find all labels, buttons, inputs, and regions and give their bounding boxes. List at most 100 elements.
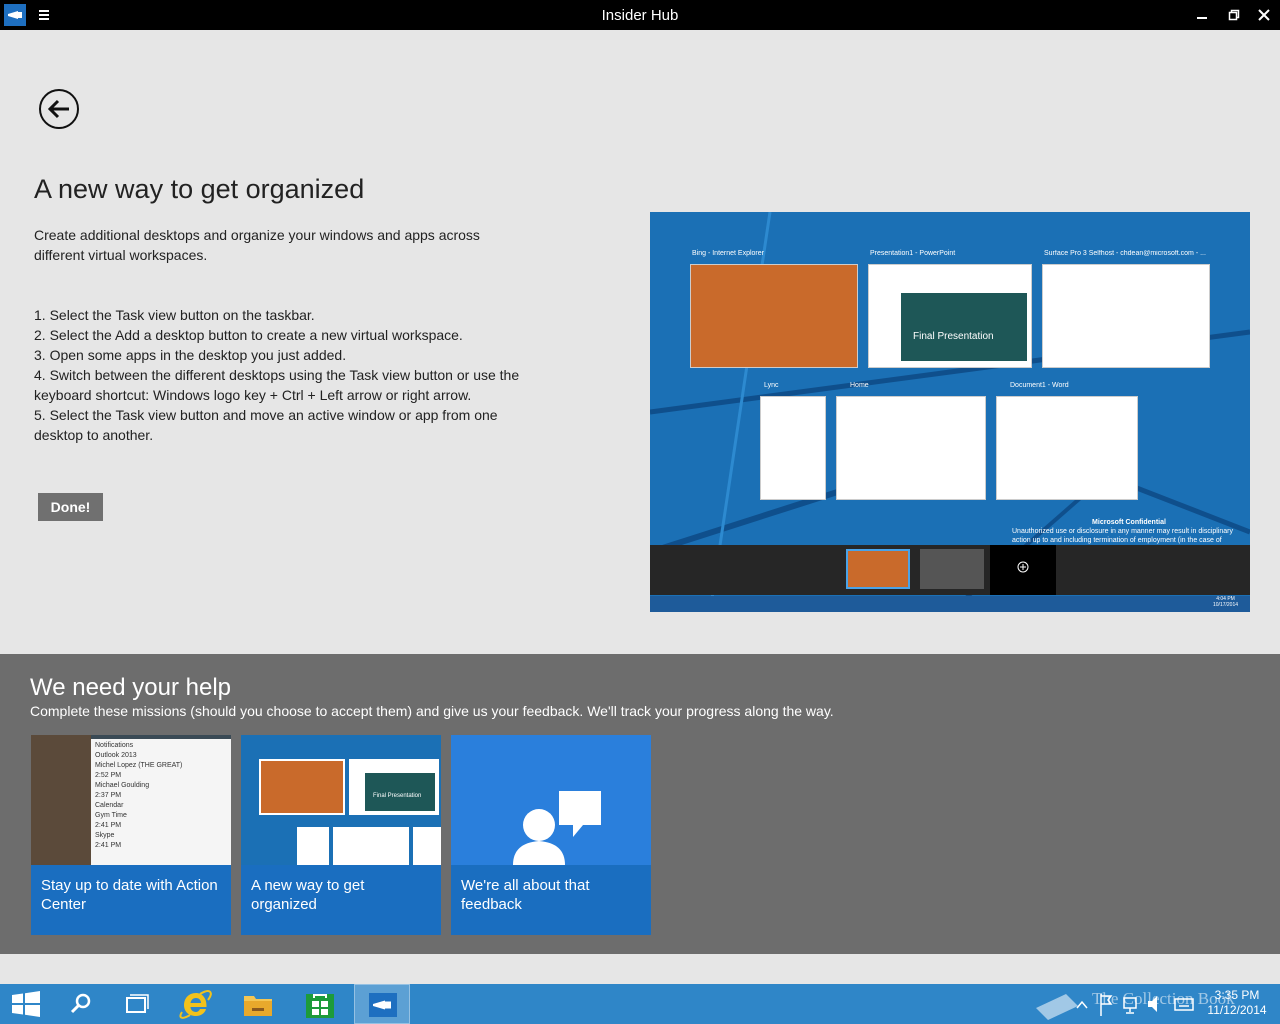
- confidential-notice: Microsoft Confidential Unauthorized use …: [1012, 518, 1246, 545]
- close-icon: [1258, 9, 1270, 21]
- task-view-icon: [126, 994, 149, 1013]
- outlook-window-thumb: [1042, 264, 1210, 368]
- action-center-thumbnail: Notifications Outlook 2013 Michel Lopez …: [31, 735, 231, 865]
- thumb-time: 2:52 PM: [95, 772, 122, 779]
- desktop-2-thumb: [920, 549, 984, 589]
- done-button[interactable]: Done!: [38, 493, 103, 521]
- tile-label: Stay up to date with Action Center: [41, 877, 218, 913]
- thumb-window: [333, 827, 409, 865]
- insider-hub-taskbar-button[interactable]: [354, 984, 410, 1024]
- file-explorer-button[interactable]: [230, 984, 286, 1024]
- start-button[interactable]: [0, 984, 56, 1024]
- thumb-skype: Skype: [95, 832, 115, 839]
- window-label: Home: [850, 382, 869, 389]
- store-icon: [306, 994, 334, 1018]
- intro-text: Create additional desktops and organize …: [34, 227, 480, 263]
- confidential-title: Microsoft Confidential: [1092, 519, 1166, 526]
- powerpoint-window-thumb: Final Presentation: [868, 264, 1032, 368]
- thumb-sender: Michael Goulding: [95, 782, 150, 789]
- wallpaper-thumb: [31, 735, 91, 865]
- step-item: 3. Open some apps in the desktop you jus…: [34, 347, 347, 363]
- clock-date: 11/12/2014: [1207, 1003, 1267, 1017]
- keyboard-icon[interactable]: [1172, 984, 1196, 1024]
- clock-time: 3:35 PM: [1214, 988, 1260, 1002]
- feedback-icon: [513, 791, 601, 865]
- thumb-time: 2:37 PM: [95, 792, 122, 799]
- ie-window-thumb: [690, 264, 858, 368]
- preview-clock: 4:04 PM 10/17/2014: [1213, 596, 1238, 608]
- thumb-calendar: Calendar: [95, 802, 124, 809]
- file-explorer-icon: [244, 996, 272, 1016]
- back-arrow-icon: [39, 89, 79, 129]
- internet-explorer-button[interactable]: [168, 984, 224, 1024]
- help-section: We need your help Complete these mission…: [0, 654, 1280, 954]
- window-label: Bing - Internet Explorer: [692, 250, 764, 257]
- taskbar-clock[interactable]: 3:35 PM 11/12/2014: [1200, 988, 1274, 1018]
- help-title: We need your help: [30, 674, 232, 701]
- minimize-button[interactable]: [1186, 0, 1218, 30]
- desktops-strip: [650, 545, 1250, 595]
- start-icon: [12, 991, 40, 1017]
- preview-taskbar: 4:04 PM 10/17/2014: [650, 596, 1250, 612]
- search-button[interactable]: [52, 984, 108, 1024]
- explorer-window-thumb: [836, 396, 986, 500]
- thumb-outlook: Outlook 2013: [95, 752, 137, 759]
- mission-tile-feedback[interactable]: We're all about that feedback: [451, 735, 651, 935]
- thumb-window: [297, 827, 329, 865]
- page-title: A new way to get organized: [34, 174, 365, 204]
- lync-window-thumb: [760, 396, 826, 500]
- preview-date: 10/17/2014: [1213, 602, 1239, 608]
- add-desktop-thumb: [990, 545, 1056, 595]
- help-subtitle: Complete these missions (should you choo…: [30, 703, 834, 719]
- thumb-slide-text: Final Presentation: [365, 773, 435, 811]
- network-icon[interactable]: [1120, 984, 1140, 1024]
- thumb-window: Final Presentation: [349, 759, 439, 815]
- window-label: Lync: [764, 382, 779, 389]
- word-window-thumb: [996, 396, 1138, 500]
- store-button[interactable]: [292, 984, 348, 1024]
- back-button[interactable]: [38, 88, 80, 130]
- volume-icon[interactable]: [1144, 984, 1164, 1024]
- desktop-1-thumb: [846, 549, 910, 589]
- window-title: Insider Hub: [601, 7, 679, 24]
- mission-tile-action-center[interactable]: Notifications Outlook 2013 Michel Lopez …: [31, 735, 231, 935]
- mission-tile-task-view[interactable]: Final Presentation A new way to get orga…: [241, 735, 441, 935]
- step-item: 5. Select the Task view button and move …: [34, 407, 498, 443]
- insider-hub-icon: [369, 993, 397, 1017]
- restore-icon: [1228, 9, 1240, 21]
- thumb-time: 2:41 PM: [95, 822, 122, 829]
- tile-label: We're all about that feedback: [461, 877, 590, 913]
- thumb-window: [413, 827, 441, 865]
- bottom-spacer: [0, 954, 1280, 984]
- taskbar: The Collection Book 3:35 PM 11/12/2014: [0, 984, 1280, 1024]
- slide-text: Final Presentation: [901, 293, 1027, 361]
- confidential-text: Unauthorized use or disclosure in any ma…: [1012, 528, 1233, 544]
- notifications-panel-thumb: Notifications Outlook 2013 Michel Lopez …: [91, 739, 231, 865]
- window-label: Presentation1 - PowerPoint: [870, 250, 956, 257]
- steps-list: 1. Select the Task view button on the ta…: [34, 305, 534, 445]
- thumb-sender: Michel Lopez (THE GREAT): [95, 762, 183, 769]
- step-item: 2. Select the Add a desktop button to cr…: [34, 327, 463, 343]
- show-hidden-icons-icon[interactable]: [1072, 984, 1092, 1024]
- search-icon: [70, 993, 91, 1014]
- restore-button[interactable]: [1218, 0, 1250, 30]
- task-view-button[interactable]: [108, 984, 164, 1024]
- window-label: Surface Pro 3 Selfhost - chdean@microsof…: [1044, 250, 1206, 257]
- internet-explorer-icon: [179, 990, 212, 1019]
- action-center-flag-icon[interactable]: [1096, 984, 1116, 1024]
- thumb-notifications-title: Notifications: [95, 742, 134, 749]
- thumb-sender: Gym Time: [95, 812, 127, 819]
- window-label: Document1 - Word: [1010, 382, 1069, 389]
- minimize-icon: [1197, 17, 1207, 19]
- task-view-screenshot: Bing - Internet Explorer Presentation1 -…: [650, 212, 1250, 612]
- feedback-person-icon: [451, 735, 651, 865]
- thumb-time: 2:41 PM: [95, 842, 122, 849]
- step-item: 4. Switch between the different desktops…: [34, 367, 520, 403]
- task-view-thumbnail: Final Presentation: [241, 735, 441, 865]
- thumb-window: [259, 759, 345, 815]
- tile-label: A new way to get organized: [251, 877, 365, 913]
- step-item: 1. Select the Task view button on the ta…: [34, 307, 315, 323]
- title-bar: Insider Hub: [0, 0, 1280, 30]
- add-desktop-icon: [1017, 561, 1029, 573]
- close-button[interactable]: [1248, 0, 1280, 30]
